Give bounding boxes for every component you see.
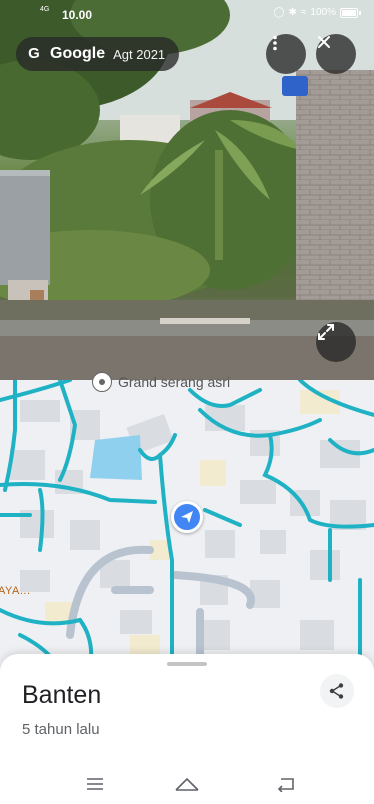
wifi-icon: ≈	[300, 7, 307, 18]
capture-date: Agt 2021	[113, 46, 166, 62]
share-icon	[329, 683, 344, 699]
expand-button[interactable]	[316, 322, 356, 362]
expand-icon	[318, 324, 334, 340]
home-icon	[175, 777, 199, 791]
poi-pin-icon	[92, 372, 112, 392]
area-label: AYA...	[0, 585, 31, 597]
close-icon	[318, 36, 330, 48]
menu-icon	[87, 778, 103, 790]
menu-button[interactable]	[80, 770, 110, 798]
home-button[interactable]	[172, 770, 202, 798]
google-g-icon: G	[28, 45, 40, 62]
status-icons: ◯ ✱ ≈ 100%	[273, 7, 361, 18]
battery-label: 100%	[310, 7, 336, 18]
google-brand-label: Google	[50, 45, 106, 62]
place-title: Banten	[22, 681, 102, 709]
status-bar: 4G 10.00 ◯ ✱ ≈ 100%	[0, 0, 374, 28]
close-button[interactable]	[316, 34, 356, 74]
clock: 10.00	[62, 8, 93, 22]
share-button[interactable]	[320, 674, 354, 708]
navigation-arrow-icon	[181, 511, 193, 523]
sheet-drag-handle[interactable]	[167, 662, 207, 666]
network-indicator: 4G	[40, 6, 50, 13]
more-options-button[interactable]	[266, 34, 306, 74]
system-nav-bar	[0, 764, 374, 804]
poi-label: Grand serang asri	[118, 374, 231, 390]
more-vert-icon	[273, 35, 277, 51]
back-button[interactable]	[270, 770, 300, 798]
place-subtitle: 5 tahun lalu	[22, 721, 100, 738]
poi-marker[interactable]: Grand serang asri	[92, 372, 230, 392]
battery-icon	[340, 7, 361, 18]
google-attribution-chip[interactable]: G Google Agt 2021	[16, 37, 180, 71]
back-icon	[277, 778, 294, 792]
street-view-image[interactable]: 4G 10.00 ◯ ✱ ≈ 100% G Google Agt 2021	[0, 0, 374, 380]
alarm-icon: ◯	[273, 7, 285, 18]
user-location-marker	[171, 501, 203, 533]
bluetooth-icon: ✱	[288, 7, 297, 18]
